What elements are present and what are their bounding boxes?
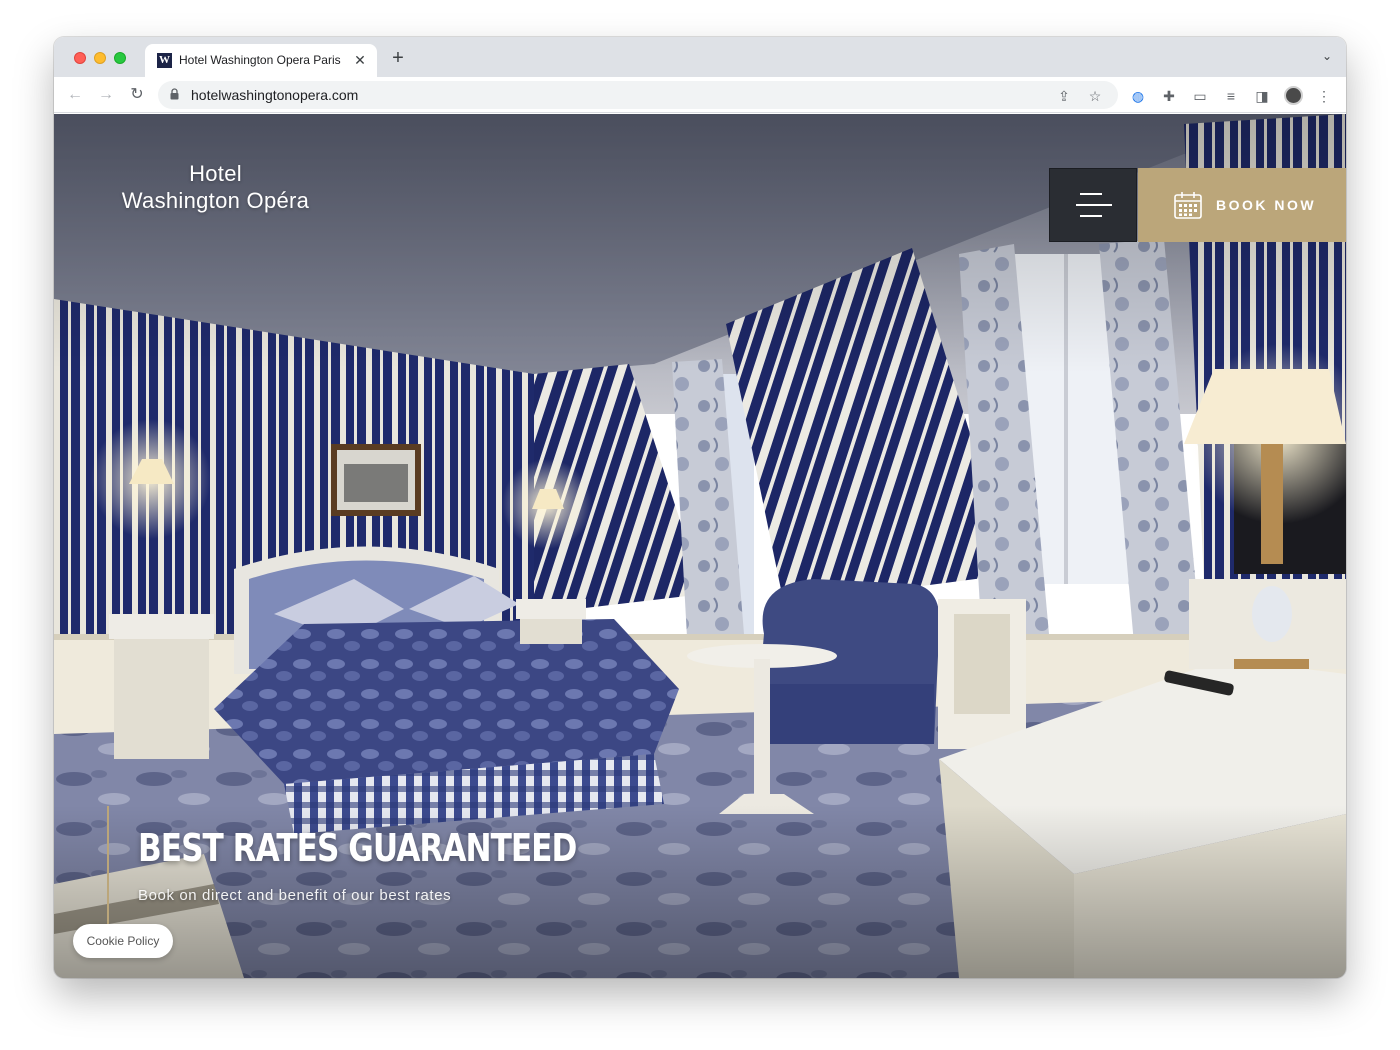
browser-tab[interactable]: W Hotel Washington Opera Paris ✕ [145,44,377,77]
cookie-policy-button[interactable]: Cookie Policy [73,924,173,958]
media-queue-icon[interactable]: ≡ [1222,87,1240,105]
new-tab-button[interactable]: + [388,48,408,68]
profile-avatar-icon[interactable] [1284,86,1303,105]
browser-window: W Hotel Washington Opera Paris ✕ + ⌄ ← →… [54,37,1346,978]
logo-line-1: Hotel [189,161,242,186]
address-bar[interactable]: hotelwashingtonopera.com ⇪ ☆ [158,81,1118,109]
menu-button[interactable] [1049,168,1137,242]
site-favicon-icon: W [157,53,172,68]
headline-accent-rule [107,806,109,924]
cast-icon[interactable]: ▭ [1191,87,1209,105]
tab-strip: W Hotel Washington Opera Paris ✕ + ⌄ [54,37,1346,77]
calendar-icon [1174,192,1202,219]
maximize-window-button[interactable] [114,52,126,64]
book-now-label: BOOK NOW [1216,197,1317,213]
back-button[interactable]: ← [65,85,85,105]
hero-subline: Book on direct and benefit of our best r… [138,887,452,904]
bookmark-star-icon[interactable]: ☆ [1087,88,1103,104]
tab-title: Hotel Washington Opera Paris [179,53,341,67]
minimize-window-button[interactable] [94,52,106,64]
password-manager-icon[interactable]: ◍ [1129,87,1147,105]
lock-icon [170,88,179,100]
hotel-logo[interactable]: Hotel Washington Opéra [108,160,323,214]
close-window-button[interactable] [74,52,86,64]
tab-search-chevron-icon[interactable]: ⌄ [1322,49,1332,63]
more-menu-icon[interactable]: ⋮ [1315,87,1333,105]
logo-line-2: Washington Opéra [121,188,310,213]
extensions-icon[interactable]: ✚ [1160,87,1178,105]
menu-bar-middle [1076,204,1112,206]
reload-button[interactable]: ↻ [127,85,147,105]
share-icon[interactable]: ⇪ [1056,88,1072,104]
menu-bar-bottom [1080,215,1102,217]
url-text[interactable]: hotelwashingtonopera.com [191,87,358,103]
web-page: Hotel Washington Opéra BOOK NOW BEST RAT… [54,114,1346,978]
book-now-button[interactable]: BOOK NOW [1138,168,1346,242]
browser-toolbar: ← → ↻ hotelwashingtonopera.com ⇪ ☆ ◍ ✚ ▭… [54,77,1346,113]
hero-headline: BEST RATES GUARANTEED [138,826,577,870]
side-panel-icon[interactable]: ◨ [1253,87,1271,105]
menu-hamburger-icon [1080,193,1102,195]
close-tab-icon[interactable]: ✕ [352,52,368,68]
forward-button[interactable]: → [96,85,116,105]
